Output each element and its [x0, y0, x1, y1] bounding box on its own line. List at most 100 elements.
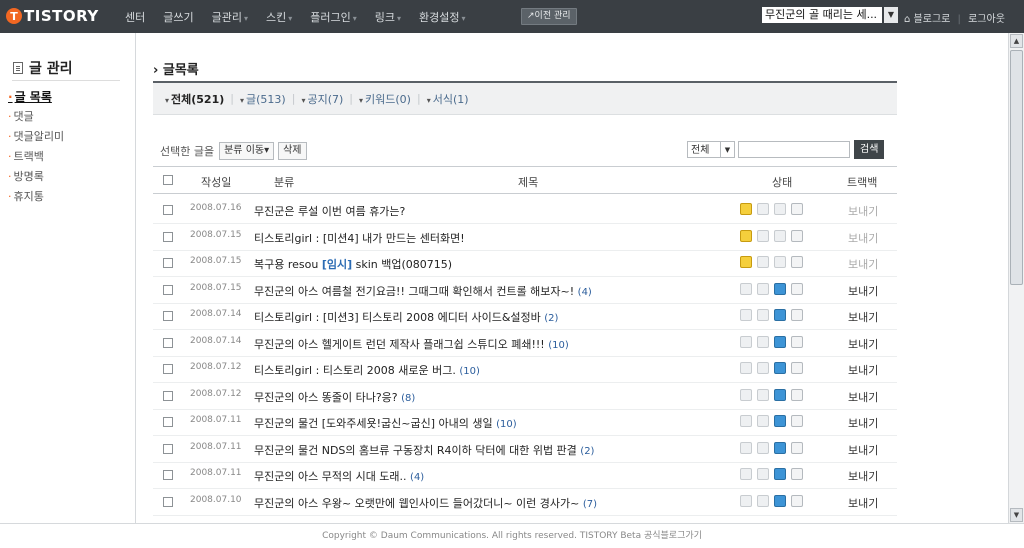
- row-category[interactable]: 무진군은 루설: [254, 205, 318, 218]
- filter-tab[interactable]: ▾ 글(513): [240, 91, 286, 107]
- row-title[interactable]: 무진군의 물건 NDS의 홈브류 구동장치 R4이하 닥터에 대한 위법 판결 …: [254, 442, 734, 458]
- folder-icon[interactable]: [774, 362, 786, 374]
- lock-icon[interactable]: [740, 468, 752, 480]
- filter-tab[interactable]: ▾ 서식(1): [427, 91, 469, 107]
- send-trackback-link[interactable]: 보내기: [848, 442, 878, 458]
- sidebar-item[interactable]: 방명록: [0, 167, 64, 187]
- menu-item[interactable]: 플러그인 ▾: [310, 9, 357, 25]
- scope-select[interactable]: 전체: [687, 141, 721, 158]
- row-checkbox[interactable]: [163, 284, 173, 295]
- row-title-text[interactable]: 여름철 전기요금!! 그때그때 확인해서 컨트롤 해보자~!: [322, 285, 574, 298]
- row-title[interactable]: 무진군은 루설 이번 여름 휴가는?: [254, 203, 734, 219]
- lock-icon[interactable]: [740, 362, 752, 374]
- lock-icon[interactable]: [740, 494, 752, 507]
- send-trackback-link[interactable]: 보내기: [848, 389, 878, 405]
- document-icon[interactable]: [791, 388, 803, 401]
- row-title[interactable]: 무진군의 아스 우왕~ 오랫만에 웹인사이드 들어갔더니~ 이런 경사가~ (7…: [254, 495, 734, 511]
- send-trackback-link[interactable]: 보내기: [848, 230, 878, 246]
- comment-count[interactable]: (10): [459, 366, 480, 377]
- row-title[interactable]: 무진군의 아스 무적의 시대 도래.. (4): [254, 468, 734, 484]
- comment-count[interactable]: (2): [580, 446, 594, 457]
- send-trackback-link[interactable]: 보내기: [848, 495, 878, 511]
- lock-icon[interactable]: [740, 256, 752, 268]
- column-date[interactable]: 작성일: [201, 174, 231, 190]
- filter-tab[interactable]: ▾ 키워드(0): [359, 91, 411, 107]
- row-title-text[interactable]: [도와주세욧!굽신~굽신] 아내의 생일: [322, 417, 493, 430]
- row-title[interactable]: 무진군의 아스 똥줄이 타나?응? (8): [254, 389, 734, 405]
- link-icon[interactable]: [757, 229, 769, 242]
- select-all-checkbox[interactable]: [163, 175, 173, 185]
- chevron-down-icon[interactable]: ▼: [884, 7, 898, 23]
- search-input[interactable]: [738, 141, 850, 158]
- document-icon[interactable]: [791, 335, 803, 348]
- lock-icon[interactable]: [740, 203, 752, 215]
- sidebar-item[interactable]: 댓글: [0, 107, 64, 127]
- row-category[interactable]: 무진군의 아스: [254, 497, 318, 510]
- link-icon[interactable]: [757, 494, 769, 507]
- send-trackback-link[interactable]: 보내기: [848, 203, 878, 219]
- menu-item[interactable]: 환경설정 ▾: [419, 9, 466, 25]
- folder-icon[interactable]: [774, 388, 786, 401]
- document-icon[interactable]: [791, 229, 803, 242]
- send-trackback-link[interactable]: 보내기: [848, 256, 878, 272]
- row-title-text[interactable]: 티스토리 2008 새로운 버그.: [323, 364, 456, 377]
- row-checkbox[interactable]: [163, 417, 173, 427]
- sidebar-item[interactable]: 글 목록: [0, 87, 64, 107]
- row-category[interactable]: 복구용 resou: [254, 258, 318, 271]
- row-category[interactable]: 무진군의 아스: [254, 285, 318, 298]
- document-icon[interactable]: [791, 441, 803, 454]
- row-checkbox[interactable]: [163, 470, 173, 480]
- row-category[interactable]: 티스토리girl :: [254, 311, 319, 324]
- scroll-up-arrow-icon[interactable]: ▲: [1010, 34, 1023, 48]
- document-icon[interactable]: [791, 494, 803, 507]
- document-icon[interactable]: [791, 362, 803, 374]
- folder-icon[interactable]: [774, 309, 786, 321]
- row-title[interactable]: 티스토리girl : [미션4] 내가 만드는 센터화면!: [254, 230, 734, 246]
- send-trackback-link[interactable]: 보내기: [848, 362, 878, 378]
- lock-icon[interactable]: [740, 229, 752, 242]
- delete-button[interactable]: 삭제: [278, 142, 307, 160]
- comment-count[interactable]: (8): [401, 393, 415, 404]
- row-title-text[interactable]: [미션3] 티스토리 2008 에디터 사이드&설정바: [323, 311, 541, 324]
- lock-icon[interactable]: [740, 388, 752, 401]
- search-button[interactable]: 검색: [854, 140, 885, 159]
- comment-count[interactable]: (2): [544, 313, 558, 324]
- row-checkbox[interactable]: [163, 337, 173, 348]
- folder-icon[interactable]: [774, 441, 786, 454]
- comment-count[interactable]: (4): [410, 472, 424, 483]
- row-title-text[interactable]: 헬게이트 런던 제작사 플래그쉽 스튜디오 폐쇄!!!: [322, 338, 545, 351]
- row-category[interactable]: 티스토리girl :: [254, 232, 319, 245]
- tistory-logo[interactable]: T TISTORY: [6, 6, 99, 26]
- lock-icon[interactable]: [740, 309, 752, 321]
- row-checkbox[interactable]: [163, 496, 173, 507]
- scrollbar-thumb[interactable]: [1010, 50, 1023, 285]
- comment-count[interactable]: (10): [548, 340, 569, 351]
- folder-icon[interactable]: [774, 203, 786, 215]
- row-category[interactable]: 무진군의 물건: [254, 417, 318, 430]
- chevron-down-icon[interactable]: ▼: [721, 141, 735, 158]
- document-icon[interactable]: [791, 203, 803, 215]
- row-title-text[interactable]: 이번 여름 휴가는?: [322, 205, 406, 218]
- lock-icon[interactable]: [740, 282, 752, 295]
- row-title[interactable]: 무진군의 물건 [도와주세욧!굽신~굽신] 아내의 생일 (10): [254, 415, 734, 431]
- filter-tab[interactable]: ▾ 전체(521): [165, 91, 224, 107]
- link-icon[interactable]: [757, 309, 769, 321]
- sidebar-item[interactable]: 휴지통: [0, 187, 64, 207]
- row-title-text[interactable]: skin 백업(080715): [356, 258, 452, 271]
- row-checkbox[interactable]: [163, 443, 173, 454]
- folder-icon[interactable]: [774, 256, 786, 268]
- menu-item[interactable]: 센터: [125, 9, 145, 25]
- move-category-button[interactable]: 분류 이동▾: [219, 142, 275, 160]
- link-icon[interactable]: [757, 441, 769, 454]
- comment-count[interactable]: (4): [578, 287, 592, 298]
- folder-icon[interactable]: [774, 415, 786, 427]
- link-icon[interactable]: [757, 335, 769, 348]
- row-category[interactable]: 티스토리girl :: [254, 364, 319, 377]
- blog-select[interactable]: 무진군의 골 때리는 세...: [762, 7, 882, 23]
- row-title-text[interactable]: [미션4] 내가 만드는 센터화면!: [323, 232, 465, 245]
- row-title[interactable]: 무진군의 아스 여름철 전기요금!! 그때그때 확인해서 컨트롤 해보자~! (…: [254, 283, 734, 299]
- folder-icon[interactable]: [774, 229, 786, 242]
- row-checkbox[interactable]: [163, 311, 173, 321]
- column-category[interactable]: 분류: [274, 174, 294, 190]
- row-title[interactable]: 무진군의 아스 헬게이트 런던 제작사 플래그쉽 스튜디오 폐쇄!!! (10): [254, 336, 734, 352]
